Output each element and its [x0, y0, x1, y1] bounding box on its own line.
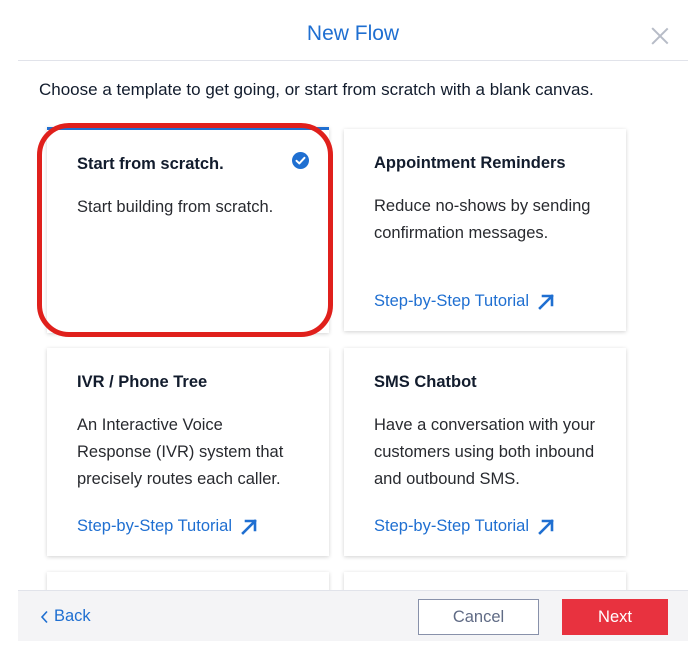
next-button[interactable]: Next	[562, 599, 668, 635]
close-icon[interactable]	[650, 26, 670, 46]
tutorial-link[interactable]: Step-by-Step Tutorial	[374, 292, 555, 311]
template-card-partial[interactable]	[344, 572, 626, 590]
template-card-ivr[interactable]: IVR / Phone Tree An Interactive Voice Re…	[47, 348, 329, 556]
arrow-up-right-icon	[538, 293, 554, 310]
template-card-appointment-reminders[interactable]: Appointment Reminders Reduce no-shows by…	[344, 129, 626, 331]
modal-footer: Back Cancel Next	[18, 590, 688, 641]
arrow-up-right-icon	[241, 518, 257, 535]
template-card-partial[interactable]	[47, 572, 329, 590]
template-title: Appointment Reminders	[374, 154, 566, 172]
tutorial-link-label: Step-by-Step Tutorial	[77, 517, 232, 535]
tutorial-link[interactable]: Step-by-Step Tutorial	[374, 517, 555, 536]
tutorial-link[interactable]: Step-by-Step Tutorial	[77, 517, 258, 536]
modal-title: New Flow	[306, 22, 400, 45]
template-title: Start from scratch.	[77, 155, 224, 173]
chevron-left-icon	[40, 610, 48, 623]
template-title: IVR / Phone Tree	[77, 373, 208, 391]
check-circle-icon	[292, 152, 309, 169]
template-title: SMS Chatbot	[374, 373, 477, 391]
tutorial-link-label: Step-by-Step Tutorial	[374, 292, 529, 310]
modal-header: New Flow	[18, 8, 688, 61]
arrow-up-right-icon	[538, 518, 554, 535]
template-grid[interactable]: Start from scratch. Start building from …	[0, 112, 700, 590]
template-card-scratch[interactable]: Start from scratch. Start building from …	[47, 127, 329, 333]
template-card-sms-chatbot[interactable]: SMS Chatbot Have a conversation with you…	[344, 348, 626, 556]
template-description: Start building from scratch.	[77, 198, 274, 216]
back-label: Back	[54, 607, 91, 625]
new-flow-modal: New Flow Choose a template to get going,…	[0, 0, 700, 657]
template-description: Reduce no-shows by sending confirmation …	[374, 197, 591, 242]
back-button[interactable]: Back	[40, 607, 91, 626]
cancel-button[interactable]: Cancel	[418, 599, 539, 635]
template-description: An Interactive Voice Response (IVR) syst…	[77, 416, 284, 488]
tutorial-link-label: Step-by-Step Tutorial	[374, 517, 529, 535]
template-description: Have a conversation with your customers …	[374, 416, 596, 488]
intro-text: Choose a template to get going, or start…	[39, 80, 594, 99]
